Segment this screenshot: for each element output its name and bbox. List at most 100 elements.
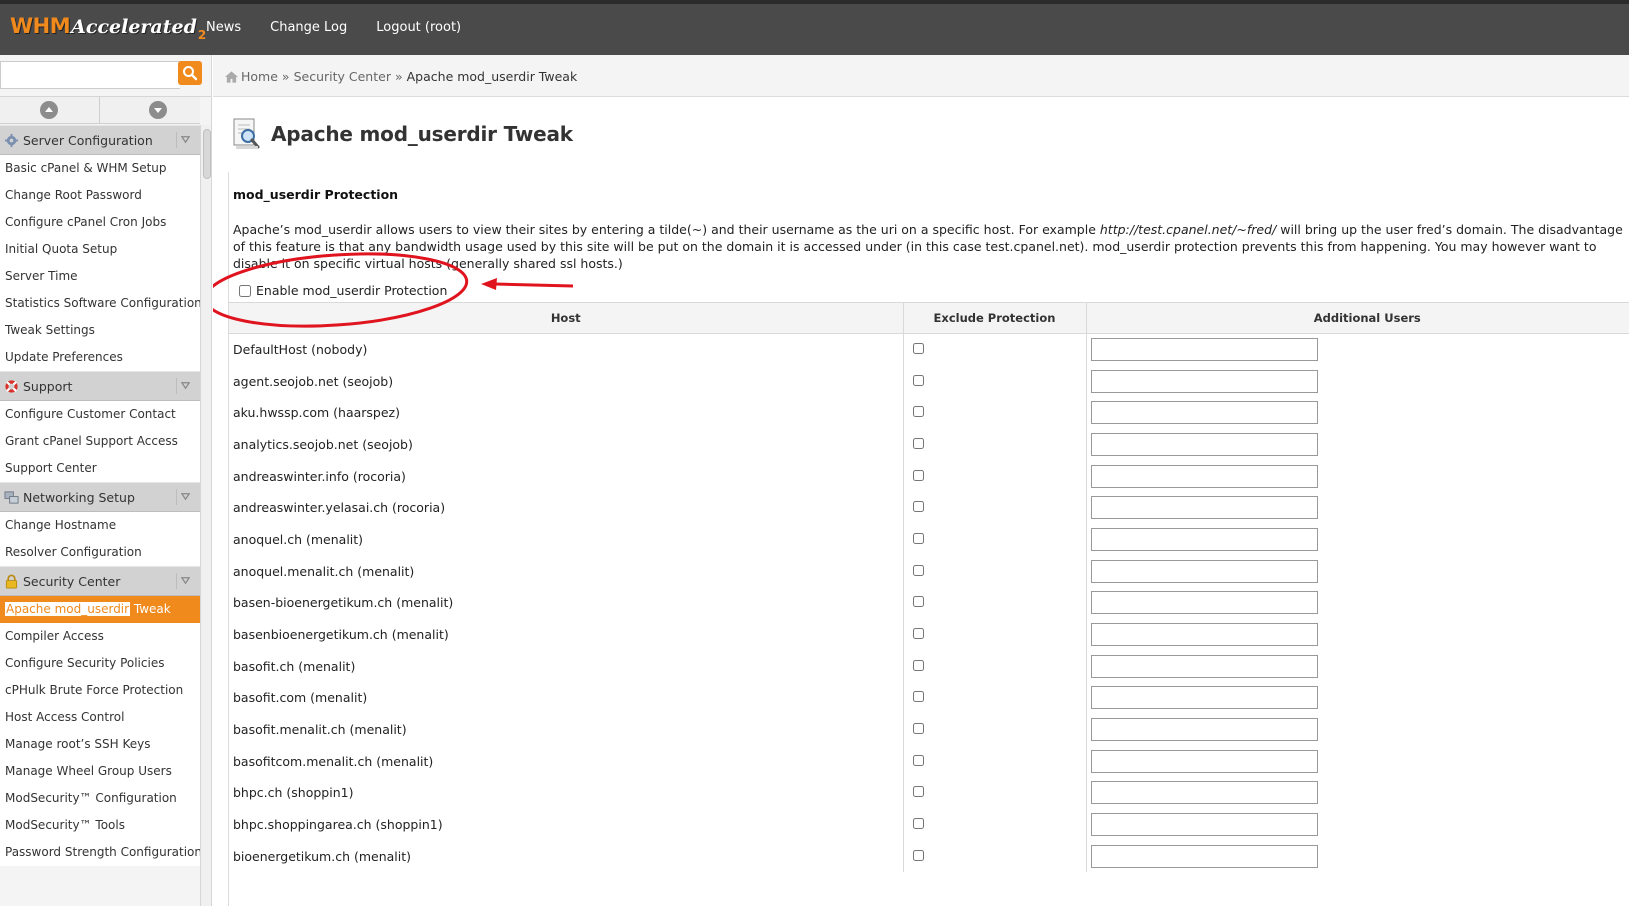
lock-icon bbox=[5, 574, 18, 589]
exclude-protection-checkbox[interactable] bbox=[912, 564, 924, 576]
sidebar-item-statistics-software[interactable]: Statistics Software Configuration bbox=[0, 290, 202, 317]
breadcrumb-security-center-link[interactable]: Security Center bbox=[294, 69, 391, 84]
sidebar-item-modsecurity-tools[interactable]: ModSecurity™ Tools bbox=[0, 812, 200, 839]
additional-users-input[interactable] bbox=[1090, 401, 1318, 425]
enable-protection-label: Enable mod_userdir Protection bbox=[256, 283, 448, 298]
additional-users-input[interactable] bbox=[1090, 686, 1318, 710]
additional-users-input[interactable] bbox=[1090, 338, 1318, 362]
menu-group-server-configuration[interactable]: Server Configuration bbox=[0, 125, 200, 155]
exclude-protection-checkbox[interactable] bbox=[912, 786, 924, 798]
logo-version-text: 2 bbox=[197, 28, 207, 42]
additional-users-input[interactable] bbox=[1090, 781, 1318, 805]
host-cell: DefaultHost (nobody) bbox=[229, 333, 904, 366]
logo-whm-text: WHM bbox=[10, 14, 71, 38]
exclude-protection-checkbox[interactable] bbox=[912, 343, 924, 355]
additional-users-input[interactable] bbox=[1090, 591, 1318, 615]
host-cell: basofitcom.menalit.ch (menalit) bbox=[229, 745, 904, 778]
sidebar-item-host-access-control[interactable]: Host Access Control bbox=[0, 704, 200, 731]
table-row: anoquel.ch (menalit) bbox=[229, 523, 1629, 556]
sidebar-search-row bbox=[0, 55, 211, 97]
exclude-protection-checkbox[interactable] bbox=[912, 691, 924, 703]
additional-users-input[interactable] bbox=[1090, 432, 1318, 456]
network-icon bbox=[4, 491, 19, 504]
enable-protection-row[interactable]: Enable mod_userdir Protection bbox=[239, 283, 447, 298]
table-row: bhpc.shoppingarea.ch (shoppin1) bbox=[229, 808, 1629, 841]
additional-users-cell bbox=[1086, 587, 1629, 619]
home-icon bbox=[225, 70, 238, 83]
nav-changelog-link[interactable]: Change Log bbox=[270, 20, 347, 35]
sidebar-item-basic-setup[interactable]: Basic cPanel & WHM Setup bbox=[0, 155, 200, 182]
sidebar-item-password-strength[interactable]: Password Strength Configuration bbox=[0, 839, 202, 866]
sidebar-item-support-access[interactable]: Grant cPanel Support Access bbox=[0, 428, 200, 455]
top-nav: News Change Log Logout (root) bbox=[206, 20, 490, 35]
additional-users-input[interactable] bbox=[1090, 559, 1318, 583]
additional-users-cell bbox=[1086, 618, 1629, 651]
menu-group-support[interactable]: Support bbox=[0, 371, 200, 401]
breadcrumb-home-link[interactable]: Home bbox=[241, 69, 278, 84]
sidebar-item-apache-mod-userdir-tweak[interactable]: Apache mod_userdir Tweak bbox=[0, 596, 200, 623]
page-header: Apache mod_userdir Tweak bbox=[231, 117, 573, 151]
exclude-protection-checkbox[interactable] bbox=[912, 596, 924, 608]
sidebar-item-ssh-keys[interactable]: Manage root’s SSH Keys bbox=[0, 731, 200, 758]
additional-users-input[interactable] bbox=[1090, 718, 1318, 742]
sidebar-item-tweak-settings[interactable]: Tweak Settings bbox=[0, 317, 200, 344]
sidebar-scroll-thumb[interactable] bbox=[203, 129, 211, 179]
additional-users-input[interactable] bbox=[1090, 654, 1318, 678]
sidebar-item-server-time[interactable]: Server Time bbox=[0, 263, 200, 290]
sidebar-item-cphulk[interactable]: cPHulk Brute Force Protection bbox=[0, 677, 200, 704]
sidebar-item-cron-jobs[interactable]: Configure cPanel Cron Jobs bbox=[0, 209, 200, 236]
menu-group-networking-setup[interactable]: Networking Setup bbox=[0, 482, 200, 512]
sidebar-item-support-center[interactable]: Support Center bbox=[0, 455, 200, 482]
exclude-protection-checkbox[interactable] bbox=[912, 754, 924, 766]
sidebar: Server Configuration Basic cPanel & WHM … bbox=[0, 55, 212, 906]
column-header-additional-users: Additional Users bbox=[1086, 302, 1629, 334]
exclude-protection-checkbox[interactable] bbox=[912, 469, 924, 481]
exclude-protection-checkbox[interactable] bbox=[912, 406, 924, 418]
sidebar-item-modsecurity-configuration[interactable]: ModSecurity™ Configuration bbox=[0, 785, 200, 812]
menu-group-title: Networking Setup bbox=[23, 490, 135, 505]
exclude-protection-checkbox[interactable] bbox=[912, 628, 924, 640]
sidebar-item-wheel-group[interactable]: Manage Wheel Group Users bbox=[0, 758, 200, 785]
host-cell: basofit.menalit.ch (menalit) bbox=[229, 713, 904, 746]
exclude-protection-checkbox[interactable] bbox=[912, 659, 924, 671]
additional-users-cell bbox=[1086, 650, 1629, 683]
additional-users-input[interactable] bbox=[1090, 749, 1318, 773]
sidebar-item-quota-setup[interactable]: Initial Quota Setup bbox=[0, 236, 200, 263]
nav-logout-link[interactable]: Logout (root) bbox=[376, 20, 461, 35]
sidebar-item-resolver-configuration[interactable]: Resolver Configuration bbox=[0, 539, 200, 566]
sidebar-item-customer-contact[interactable]: Configure Customer Contact bbox=[0, 401, 200, 428]
exclude-protection-checkbox[interactable] bbox=[912, 532, 924, 544]
sidebar-search-input[interactable] bbox=[0, 61, 180, 89]
exclude-protection-checkbox[interactable] bbox=[912, 437, 924, 449]
menu-group-security-center[interactable]: Security Center bbox=[0, 566, 200, 596]
additional-users-input[interactable] bbox=[1090, 369, 1318, 393]
search-button[interactable] bbox=[178, 61, 202, 85]
collapse-all-button[interactable] bbox=[0, 97, 100, 123]
sidebar-menu: Server Configuration Basic cPanel & WHM … bbox=[0, 125, 202, 866]
exclude-protection-checkbox[interactable] bbox=[912, 374, 924, 386]
expand-all-button[interactable] bbox=[100, 97, 200, 123]
sidebar-item-update-preferences[interactable]: Update Preferences bbox=[0, 344, 200, 371]
sidebar-item-security-policies[interactable]: Configure Security Policies bbox=[0, 650, 200, 677]
table-row: bioenergetikum.ch (menalit) bbox=[229, 840, 1629, 873]
exclude-protection-checkbox[interactable] bbox=[912, 723, 924, 735]
exclude-protection-checkbox[interactable] bbox=[912, 818, 924, 830]
sidebar-scrollbar[interactable] bbox=[200, 125, 211, 906]
additional-users-input[interactable] bbox=[1090, 464, 1318, 488]
additional-users-input[interactable] bbox=[1090, 527, 1318, 551]
additional-users-input[interactable] bbox=[1090, 844, 1318, 868]
description-text: Apache’s mod_userdir allows users to vie… bbox=[233, 221, 1629, 272]
exclude-protection-checkbox[interactable] bbox=[912, 849, 924, 861]
additional-users-input[interactable] bbox=[1090, 813, 1318, 837]
sidebar-item-change-hostname[interactable]: Change Hostname bbox=[0, 512, 200, 539]
sidebar-item-compiler-access[interactable]: Compiler Access bbox=[0, 623, 200, 650]
enable-protection-checkbox[interactable] bbox=[239, 284, 251, 297]
exclude-protection-checkbox[interactable] bbox=[912, 501, 924, 513]
additional-users-input[interactable] bbox=[1090, 496, 1318, 520]
whm-logo[interactable]: WHM Accelerated 2 bbox=[10, 14, 206, 50]
sidebar-item-change-root-password[interactable]: Change Root Password bbox=[0, 182, 200, 209]
chevron-down-icon bbox=[149, 101, 167, 119]
nav-news-link[interactable]: News bbox=[206, 20, 241, 35]
top-bar: WHM Accelerated 2 News Change Log Logout… bbox=[0, 0, 1629, 55]
additional-users-input[interactable] bbox=[1090, 623, 1318, 647]
